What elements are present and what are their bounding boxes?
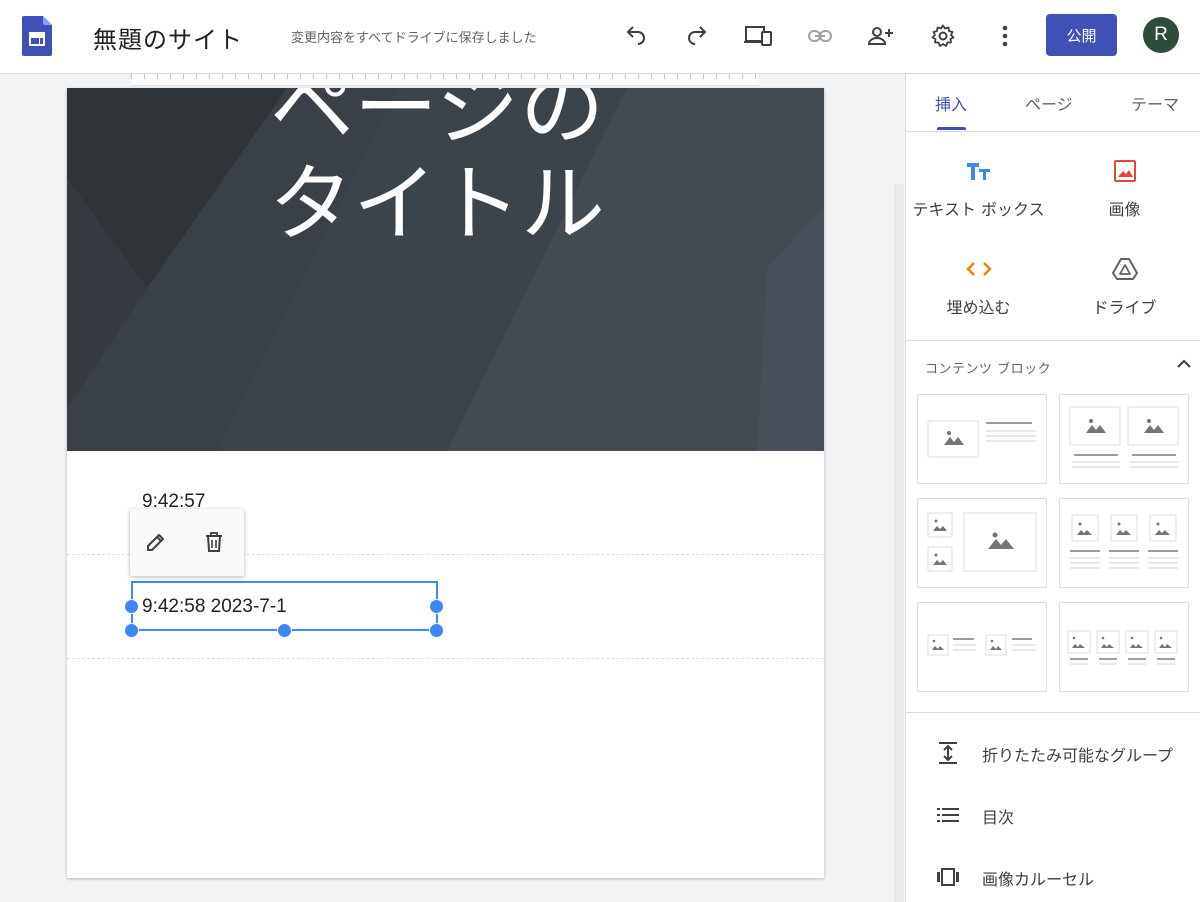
tab-pages[interactable]: ページ [1025, 91, 1073, 115]
layout-preview-icon [927, 634, 1036, 656]
delete-trash-icon[interactable] [199, 527, 229, 557]
redo-icon[interactable] [681, 20, 713, 52]
layout-preview-icon [927, 420, 1036, 458]
text-box-datetime[interactable]: 9:42:58 2023-7-1 [142, 596, 287, 618]
resize-handle-bottom[interactable] [277, 623, 292, 638]
content-block-gallery[interactable] [917, 498, 1047, 588]
insert-image[interactable]: 画像 [1052, 158, 1197, 238]
panel-tabs: 挿入 ページ テーマ [906, 74, 1200, 132]
more-options-icon[interactable] [989, 20, 1021, 52]
share-add-person-icon[interactable] [865, 20, 897, 52]
table-of-contents-icon [936, 803, 960, 827]
image-icon [1112, 158, 1138, 184]
insert-embed[interactable]: 埋め込む [906, 256, 1051, 336]
user-avatar[interactable]: R [1143, 17, 1179, 53]
section-divider [906, 340, 1200, 341]
page-header-banner[interactable]: ページのタイトル [67, 88, 824, 451]
collapsible-group-label: 折りたたみ可能なグループ [982, 746, 1174, 765]
page-title[interactable]: ページのタイトル [237, 88, 637, 252]
insert-drive-label: ドライブ [1092, 298, 1157, 317]
content-blocks-heading: コンテンツ ブロック [925, 362, 1052, 377]
section-divider [67, 658, 824, 659]
embed-code-icon [966, 256, 992, 282]
insert-drive[interactable]: ドライブ [1052, 256, 1197, 336]
layout-preview-icon [1067, 630, 1178, 665]
image-carousel-icon [936, 865, 960, 889]
resize-handle-left[interactable] [124, 599, 139, 614]
site-title[interactable]: 無題のサイト [93, 20, 243, 55]
undo-icon[interactable] [620, 20, 652, 52]
edit-pencil-icon[interactable] [141, 527, 171, 557]
ruler [131, 74, 759, 86]
content-block-two-image-text[interactable] [917, 602, 1047, 692]
settings-gear-icon[interactable] [927, 20, 959, 52]
sites-logo-icon[interactable] [22, 16, 52, 56]
content-block-four-columns[interactable] [1059, 602, 1189, 692]
tab-insert[interactable]: 挿入 [935, 91, 967, 115]
insert-text-box-label: テキスト ボックス [912, 200, 1045, 219]
resize-handle-bottom-left[interactable] [124, 623, 139, 638]
table-of-contents-label: 目次 [982, 808, 1015, 827]
content-block-three-columns[interactable] [1059, 498, 1189, 588]
tab-themes[interactable]: テーマ [1131, 91, 1179, 115]
insert-table-of-contents[interactable]: 目次 [906, 790, 1200, 840]
insert-side-panel: 挿入 ページ テーマ テキスト ボックス 画像 埋め込む ドライブ コンテンツ … [905, 74, 1200, 902]
layout-preview-icon [1069, 406, 1179, 468]
insert-embed-label: 埋め込む [946, 298, 1011, 317]
canvas-scrollbar[interactable] [894, 184, 904, 902]
text-box-edit-popup [130, 509, 244, 576]
resize-handle-right[interactable] [429, 599, 444, 614]
insert-collapsible-group[interactable]: 折りたたみ可能なグループ [906, 728, 1200, 778]
image-carousel-label: 画像カルーセル [982, 870, 1095, 889]
editor-canvas: ページのタイトル 9:42:57 9:42:58 2023-7-1 [0, 74, 905, 902]
insert-text-box[interactable]: テキスト ボックス [906, 158, 1051, 238]
link-icon[interactable] [804, 20, 836, 52]
site-page[interactable]: ページのタイトル 9:42:57 9:42:58 2023-7-1 [67, 88, 824, 878]
insert-image-label: 画像 [1108, 200, 1141, 219]
layout-preview-icon [927, 512, 1037, 572]
drive-icon [1112, 256, 1138, 282]
publish-button[interactable]: 公開 [1046, 14, 1117, 56]
text-box-icon [966, 158, 992, 184]
content-block-image-text[interactable] [917, 394, 1047, 484]
content-block-two-images[interactable] [1059, 394, 1189, 484]
insert-image-carousel[interactable]: 画像カルーセル [906, 852, 1200, 902]
collapsible-group-icon [936, 741, 960, 765]
top-bar: 無題のサイト 変更内容をすべてドライブに保存しました 公開 R [0, 0, 1200, 74]
active-tab-indicator [937, 127, 966, 130]
section-divider [906, 712, 1200, 713]
preview-devices-icon[interactable] [742, 20, 774, 52]
save-status: 変更内容をすべてドライブに保存しました [291, 31, 537, 46]
layout-preview-icon [1070, 514, 1178, 569]
resize-handle-bottom-right[interactable] [429, 623, 444, 638]
collapse-chevron-up-icon[interactable] [1174, 354, 1194, 374]
